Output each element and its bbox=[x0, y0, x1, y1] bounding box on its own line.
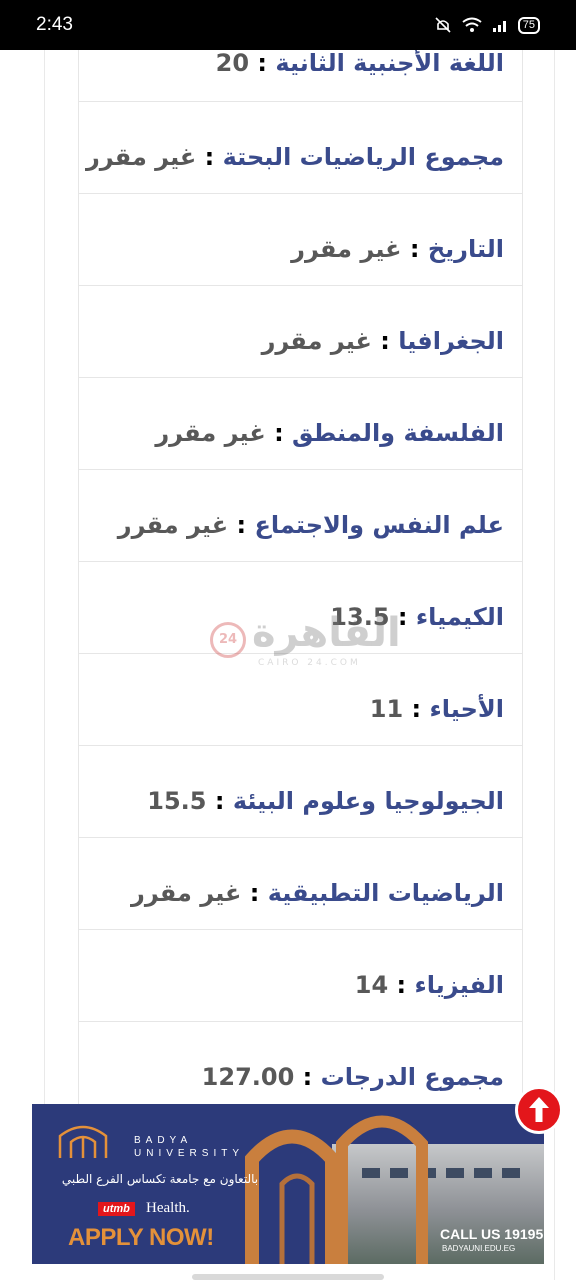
ad-website: BADYAUNI.EDU.EG bbox=[442, 1244, 516, 1253]
arrow-up-icon bbox=[529, 1097, 549, 1122]
subject-label: التاريخ bbox=[427, 235, 504, 263]
subject-label: مجموع الدرجات bbox=[320, 1063, 504, 1091]
apply-now-button[interactable]: APPLY NOW! bbox=[68, 1224, 214, 1252]
subject-label: اللغة الأجنبية الثانية bbox=[275, 50, 504, 77]
grade-value: غير مقرر bbox=[117, 511, 229, 539]
gesture-home-bar[interactable] bbox=[192, 1274, 384, 1280]
grade-value: غير مقرر bbox=[261, 327, 372, 355]
result-text: الجغرافيا : غير مقرر bbox=[261, 327, 504, 355]
wifi-icon bbox=[462, 17, 482, 32]
subject-label: الرياضيات التطبيقية bbox=[267, 879, 504, 907]
grade-value: غير مقرر bbox=[85, 143, 197, 171]
grade-value: غير مقرر bbox=[291, 235, 402, 263]
badya-logo-icon bbox=[58, 1125, 108, 1158]
subject-label: الجيولوجيا وعلوم البيئة bbox=[232, 787, 504, 815]
grade-value: 20 bbox=[215, 50, 250, 77]
battery-icon: 75 bbox=[517, 16, 540, 34]
result-text: علم النفس والاجتماع : غير مقرر bbox=[117, 511, 504, 539]
status-time: 2:43 bbox=[36, 14, 73, 35]
page-frame-left bbox=[44, 50, 45, 1104]
utmb-logo: utmb Health. bbox=[98, 1200, 263, 1220]
grade-value: 15.5 bbox=[147, 787, 207, 815]
subject-label: الفيزياء bbox=[414, 971, 504, 999]
watermark-badge: 24 bbox=[210, 622, 246, 658]
results-list: اللغة الأجنبية الثانية : 20 مجموع الرياض… bbox=[78, 50, 523, 1104]
result-row: مجموع الدرجات : 127.00 bbox=[79, 1022, 522, 1104]
result-row: مجموع الرياضيات البحتة : غير مقرر bbox=[79, 102, 522, 194]
ad-brand-sub: UNIVERSITY bbox=[134, 1148, 245, 1159]
result-text: مجموع الرياضيات البحتة : غير مقرر bbox=[85, 143, 504, 171]
watermark-word: القاهرة bbox=[252, 610, 401, 656]
grade-value: غير مقرر bbox=[131, 879, 242, 907]
grade-value: 14 bbox=[354, 971, 389, 999]
status-bar: 2:43 75 bbox=[0, 0, 576, 50]
subject-label: الكيمياء bbox=[415, 603, 504, 631]
result-row: الجغرافيا : غير مقرر bbox=[79, 286, 522, 378]
result-text: التاريخ : غير مقرر bbox=[291, 235, 504, 263]
mute-icon bbox=[435, 17, 451, 33]
ad-brand: BADYA UNIVERSITY bbox=[134, 1134, 244, 1160]
result-text: الجيولوجيا وعلوم البيئة : 15.5 bbox=[147, 787, 504, 815]
result-text: مجموع الدرجات : 127.00 bbox=[201, 1063, 504, 1091]
result-row: الرياضيات التطبيقية : غير مقرر bbox=[79, 838, 522, 930]
cairo24-watermark: 24 القاهرة CAIRO 24.COM bbox=[210, 608, 401, 672]
signal-icon bbox=[492, 21, 506, 32]
ad-call-text: CALL US 19195 bbox=[440, 1226, 544, 1242]
ad-brand-name: BADYA bbox=[134, 1135, 193, 1146]
result-text: الفلسفة والمنطق : غير مقرر bbox=[155, 419, 504, 447]
status-icons: 75 bbox=[434, 16, 540, 34]
subject-label: علم النفس والاجتماع bbox=[254, 511, 504, 539]
utmb-badge: utmb bbox=[98, 1202, 135, 1216]
ad-banner[interactable]: BADYA UNIVERSITY بالتعاون مع جامعة تكساس… bbox=[32, 1104, 544, 1264]
result-row: اللغة الأجنبية الثانية : 20 bbox=[79, 50, 522, 102]
result-text: الفيزياء : 14 bbox=[354, 971, 504, 999]
ad-partnership-text: بالتعاون مع جامعة تكساس الفرع الطبي bbox=[61, 1172, 259, 1186]
result-row: علم النفس والاجتماع : غير مقرر bbox=[79, 470, 522, 562]
result-text: اللغة الأجنبية الثانية : 20 bbox=[215, 50, 504, 77]
result-row: التاريخ : غير مقرر bbox=[79, 194, 522, 286]
result-text: الأحياء : 11 bbox=[369, 695, 504, 723]
ad-arch-graphic bbox=[245, 1115, 428, 1264]
subject-label: الأحياء bbox=[429, 695, 504, 723]
subject-label: الجغرافيا bbox=[398, 327, 504, 355]
result-row: الفلسفة والمنطق : غير مقرر bbox=[79, 378, 522, 470]
grade-value: 127.00 bbox=[201, 1063, 295, 1091]
grade-value: 11 bbox=[369, 695, 404, 723]
subject-label: الفلسفة والمنطق bbox=[292, 419, 504, 447]
result-text: الرياضيات التطبيقية : غير مقرر bbox=[131, 879, 504, 907]
result-row: الجيولوجيا وعلوم البيئة : 15.5 bbox=[79, 746, 522, 838]
result-row: الفيزياء : 14 bbox=[79, 930, 522, 1022]
grade-value: غير مقرر bbox=[155, 419, 266, 447]
subject-label: مجموع الرياضيات البحتة bbox=[222, 143, 504, 171]
watermark-sub: CAIRO 24.COM bbox=[258, 658, 361, 668]
scroll-to-top-button[interactable] bbox=[515, 1086, 563, 1134]
utmb-health-text: Health. bbox=[146, 1200, 190, 1216]
